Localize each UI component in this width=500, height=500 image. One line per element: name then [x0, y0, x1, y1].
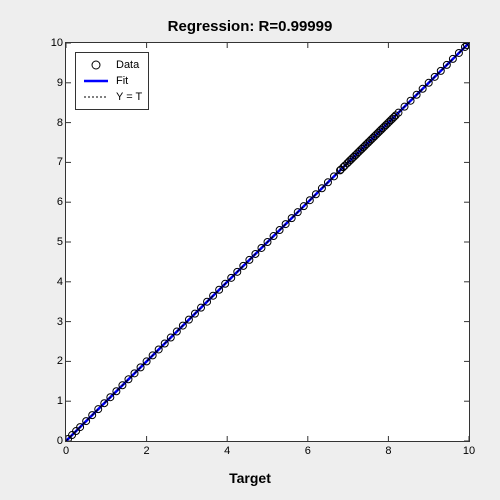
y-tick-label: 2	[51, 355, 63, 367]
y-tick-label: 1	[51, 395, 63, 407]
chart-title: Regression: R=0.99999	[0, 18, 500, 35]
y-tick-label: 7	[51, 156, 63, 168]
legend-entry-fit: Fit	[82, 73, 142, 89]
circle-marker-icon	[82, 58, 110, 72]
y-tick-label: 4	[51, 276, 63, 288]
legend-entry-data: Data	[82, 57, 142, 73]
x-tick-label: 10	[463, 445, 475, 457]
x-tick-label: 4	[224, 445, 230, 457]
y-tick-label: 0	[51, 435, 63, 447]
legend-label: Data	[116, 59, 139, 71]
y-tick-label: 8	[51, 117, 63, 129]
x-tick-label: 8	[385, 445, 391, 457]
y-tick-label: 3	[51, 316, 63, 328]
regression-figure: Regression: R=0.99999 Output ~= 1*Target…	[0, 0, 500, 500]
x-axis-label: Target	[0, 470, 500, 486]
y-tick-label: 6	[51, 196, 63, 208]
y-tick-label: 10	[45, 37, 63, 49]
solid-line-icon	[82, 74, 110, 88]
x-tick-label: 2	[144, 445, 150, 457]
y-tick-label: 5	[51, 236, 63, 248]
legend-label: Fit	[116, 75, 128, 87]
x-tick-label: 0	[63, 445, 69, 457]
x-tick-label: 6	[305, 445, 311, 457]
dashed-line-icon	[82, 90, 110, 104]
y-tick-label: 9	[51, 77, 63, 89]
legend-entry-yt: Y = T	[82, 89, 142, 105]
legend: Data Fit Y = T	[75, 52, 149, 110]
legend-label: Y = T	[116, 91, 142, 103]
